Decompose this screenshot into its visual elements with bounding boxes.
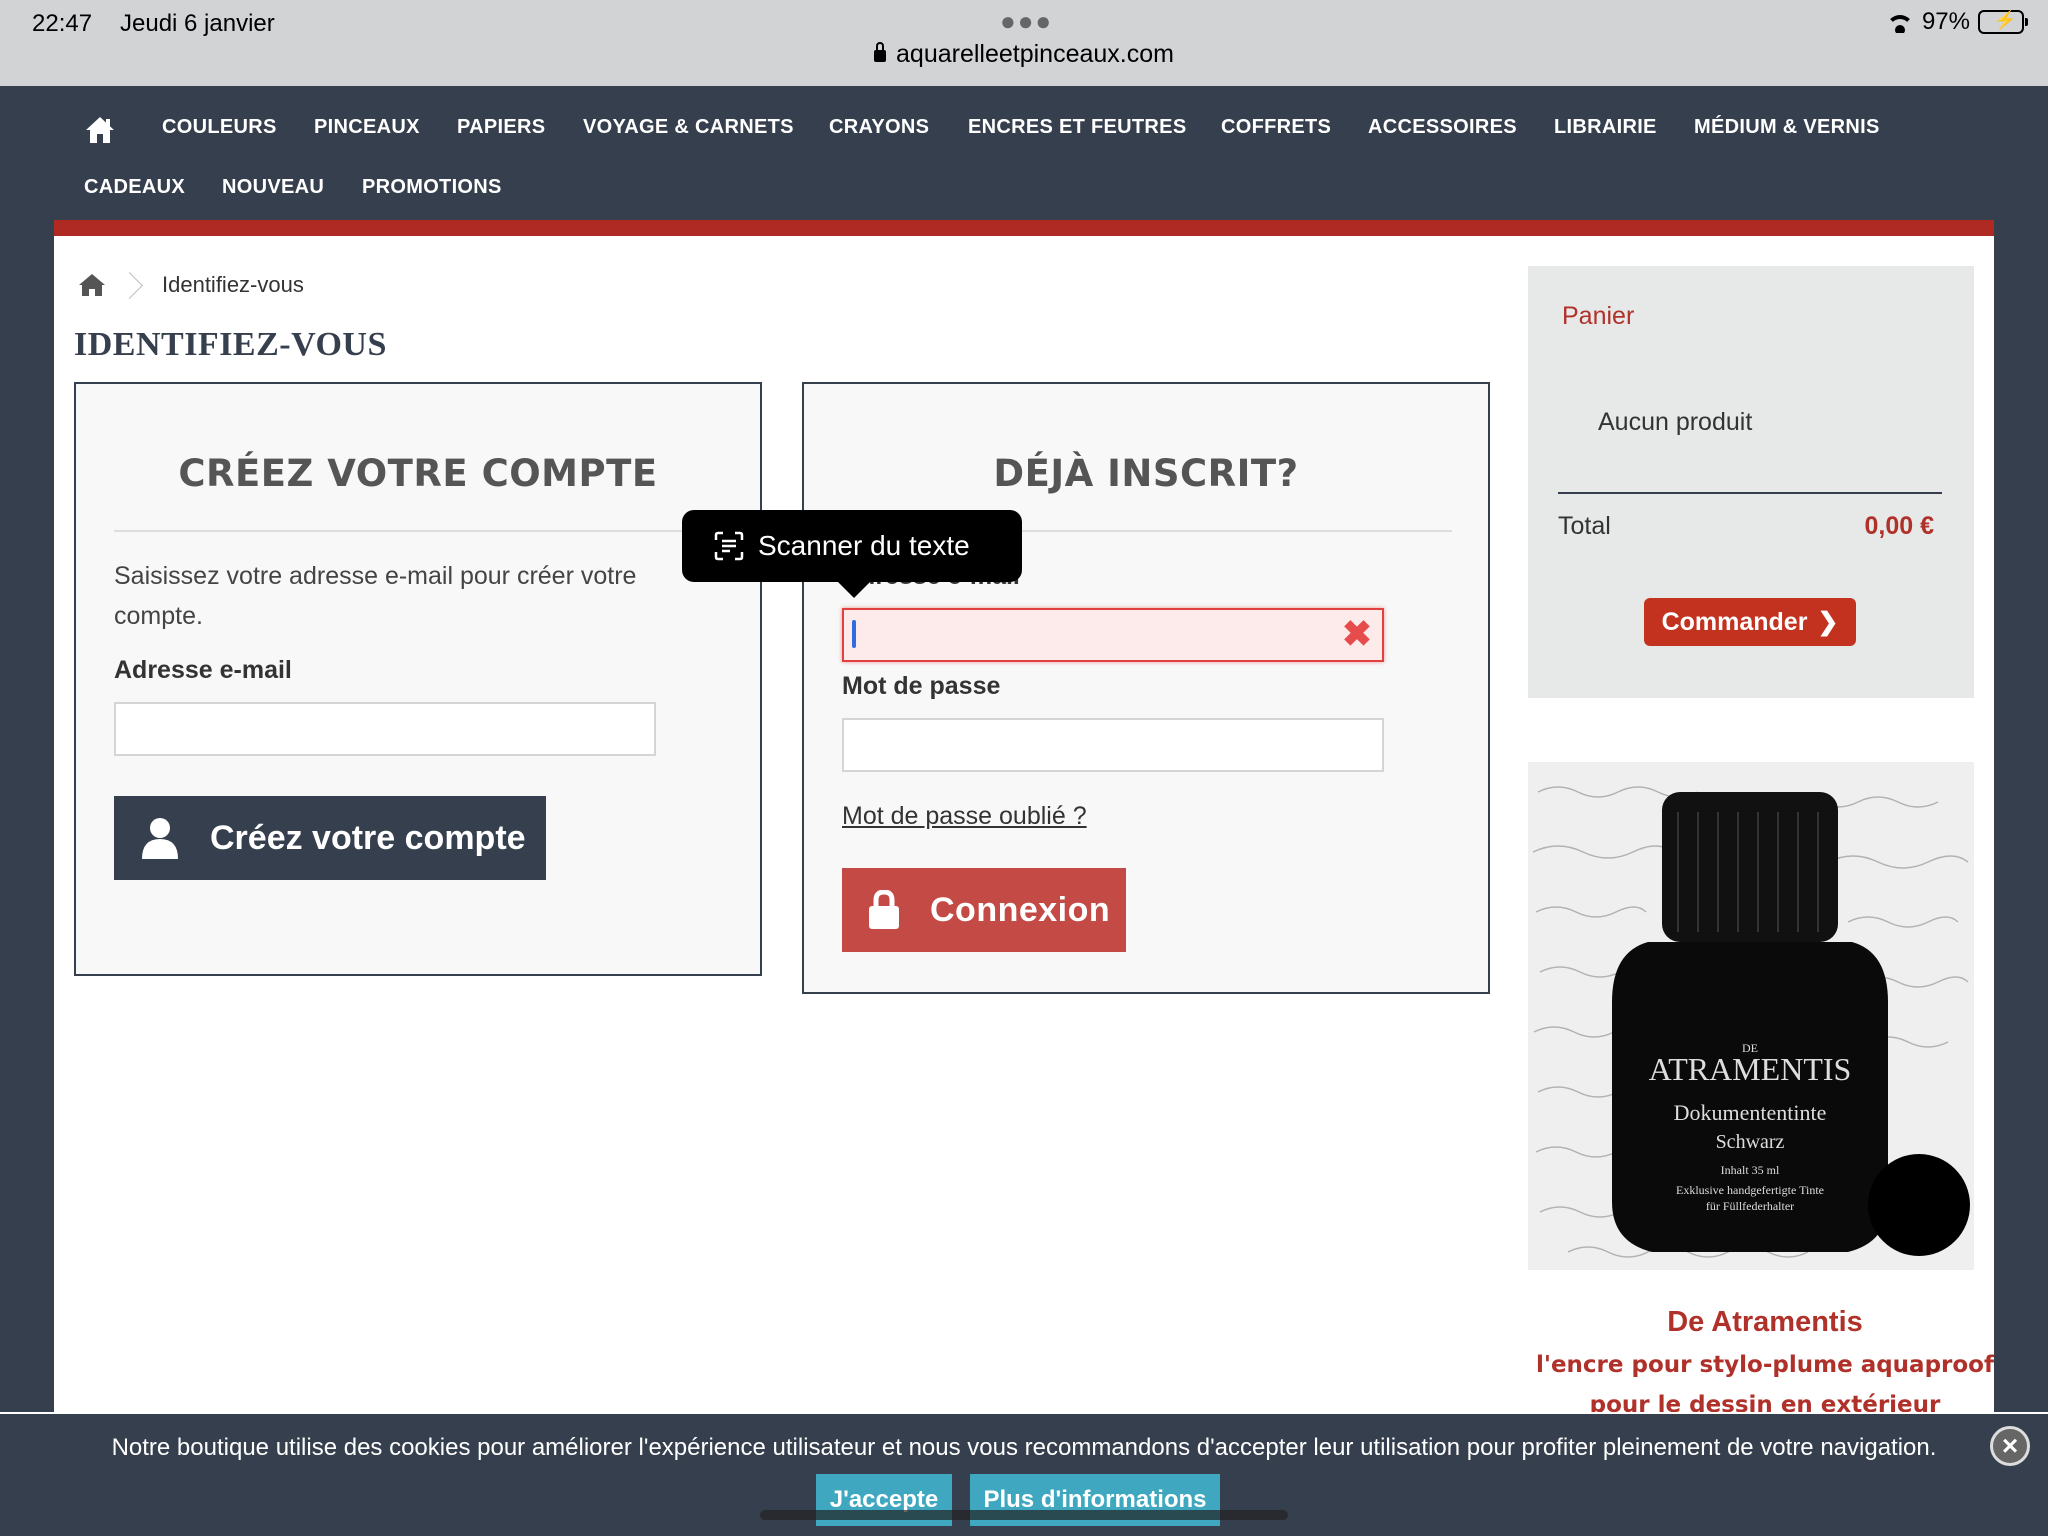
user-icon xyxy=(142,818,178,859)
create-account-panel: CRÉEZ VOTRE COMPTE Saisissez votre adres… xyxy=(74,382,762,976)
create-account-button[interactable]: Créez votre compte xyxy=(114,796,546,880)
ad-tagline-2: für Füllfederhalter xyxy=(1706,1199,1794,1213)
status-date: Jeudi 6 janvier xyxy=(120,10,275,37)
text-caret xyxy=(852,620,856,648)
lock-icon xyxy=(874,42,887,62)
status-time: 22:47 xyxy=(32,10,93,37)
nav-item-voyage-carnets[interactable]: VOYAGE & CARNETS xyxy=(583,116,794,139)
ad-caption-title[interactable]: De Atramentis xyxy=(1528,1306,2002,1339)
create-account-description: Saisissez votre adresse e-mail pour crée… xyxy=(114,562,637,630)
nav-item-crayons[interactable]: CRAYONS xyxy=(829,116,929,139)
login-email-field[interactable]: ✖ xyxy=(842,608,1384,662)
ad-caption-line-1: l'encre pour stylo-plume aquaproof xyxy=(1536,1352,1994,1378)
battery-percent: 97% xyxy=(1921,8,1970,35)
nav-item-cadeaux[interactable]: CADEAUX xyxy=(84,176,185,199)
url-text: aquarelleetpinceaux.com xyxy=(896,40,1174,68)
nav-item-accessoires[interactable]: ACCESSOIRES xyxy=(1368,116,1517,139)
home-indicator[interactable] xyxy=(760,1510,1288,1520)
chevron-right-icon: ❯ xyxy=(1817,608,1839,636)
multitask-dots-icon[interactable]: ●●● xyxy=(1000,6,1053,37)
address-bar[interactable]: aquarelleetpinceaux.com xyxy=(0,40,2048,69)
floating-action-button[interactable] xyxy=(1868,1154,1970,1256)
create-email-field[interactable] xyxy=(114,702,656,756)
login-title: DÉJÀ INSCRIT? xyxy=(993,452,1299,495)
nav-accent-bar xyxy=(54,220,1994,236)
ad-brand: ATRAMENTIS xyxy=(1649,1051,1852,1087)
nav-item-pinceaux[interactable]: PINCEAUX xyxy=(314,116,420,139)
cart-block: Panier Aucun produit Total 0,00 € Comman… xyxy=(1528,266,1974,698)
nav-item-couleurs[interactable]: COULEURS xyxy=(162,116,277,139)
home-icon[interactable] xyxy=(84,114,116,146)
breadcrumb: Identifiez-vous xyxy=(78,268,304,302)
scan-text-icon xyxy=(714,531,744,561)
scan-text-label: Scanner du texte xyxy=(758,530,970,561)
create-account-title: CRÉEZ VOTRE COMPTE xyxy=(178,452,658,495)
ad-volume: Inhalt 35 ml xyxy=(1721,1163,1780,1177)
divider xyxy=(114,530,724,532)
login-button-label: Connexion xyxy=(930,890,1111,929)
password-field[interactable] xyxy=(842,718,1384,772)
create-email-input[interactable] xyxy=(116,704,654,754)
nav-item-librairie[interactable]: LIBRAIRIE xyxy=(1554,116,1657,139)
ad-product: Dokumententinte xyxy=(1674,1100,1827,1125)
cart-title[interactable]: Panier xyxy=(1562,302,1634,331)
breadcrumb-current: Identifiez-vous xyxy=(162,272,304,297)
cart-total-label: Total xyxy=(1558,512,1611,540)
cart-total-value: 0,00 € xyxy=(1864,512,1934,540)
cart-divider xyxy=(1558,492,1942,494)
login-email-input[interactable] xyxy=(844,610,1382,660)
nav-item-nouveau[interactable]: NOUVEAU xyxy=(222,176,324,199)
breadcrumb-separator xyxy=(120,268,140,302)
wifi-icon xyxy=(1885,11,1914,33)
lock-icon xyxy=(869,890,899,929)
nav-item-medium-vernis[interactable]: MÉDIUM & VERNIS xyxy=(1694,116,1880,139)
nav-item-papiers[interactable]: PAPIERS xyxy=(457,116,545,139)
nav-item-encres-feutres[interactable]: ENCRES ET FEUTRES xyxy=(968,116,1186,139)
main-nav: COULEURS PINCEAUX PAPIERS VOYAGE & CARNE… xyxy=(0,86,2048,220)
order-button[interactable]: Commander ❯ xyxy=(1644,598,1856,646)
page-title: IDENTIFIEZ-VOUS xyxy=(74,326,387,363)
forgot-password-link[interactable]: Mot de passe oublié ? xyxy=(842,802,1087,831)
login-panel: DÉJÀ INSCRIT? Adresse e-mail ✖ Mot de pa… xyxy=(802,382,1490,994)
cookie-text: Notre boutique utilise des cookies pour … xyxy=(111,1434,1937,1461)
close-icon[interactable]: × xyxy=(1990,1426,2030,1466)
password-input[interactable] xyxy=(844,720,1382,770)
error-x-icon: ✖ xyxy=(1341,613,1372,654)
nav-item-coffrets[interactable]: COFFRETS xyxy=(1221,116,1331,139)
ad-caption-line-2: pour le dessin en extérieur xyxy=(1589,1392,1941,1414)
order-button-label: Commander xyxy=(1661,607,1808,636)
cart-empty-text: Aucun produit xyxy=(1598,408,1753,436)
login-button[interactable]: Connexion xyxy=(842,868,1126,952)
ad-tagline-1: Exklusive handgefertigte Tinte xyxy=(1676,1183,1824,1197)
browser-status-bar: 22:47 Jeudi 6 janvier ●●● aquarelleetpin… xyxy=(0,0,2048,86)
password-label: Mot de passe xyxy=(842,672,1001,700)
battery-icon xyxy=(1978,10,2028,34)
scan-text-tooltip[interactable]: Scanner du texte xyxy=(682,510,1022,598)
create-email-label: Adresse e-mail xyxy=(114,656,292,684)
status-indicators: 97% xyxy=(1885,8,2028,36)
ad-color: Schwarz xyxy=(1716,1131,1785,1153)
nav-item-promotions[interactable]: PROMOTIONS xyxy=(362,176,502,199)
breadcrumb-home-icon[interactable] xyxy=(78,272,106,298)
create-account-button-label: Créez votre compte xyxy=(210,818,526,857)
